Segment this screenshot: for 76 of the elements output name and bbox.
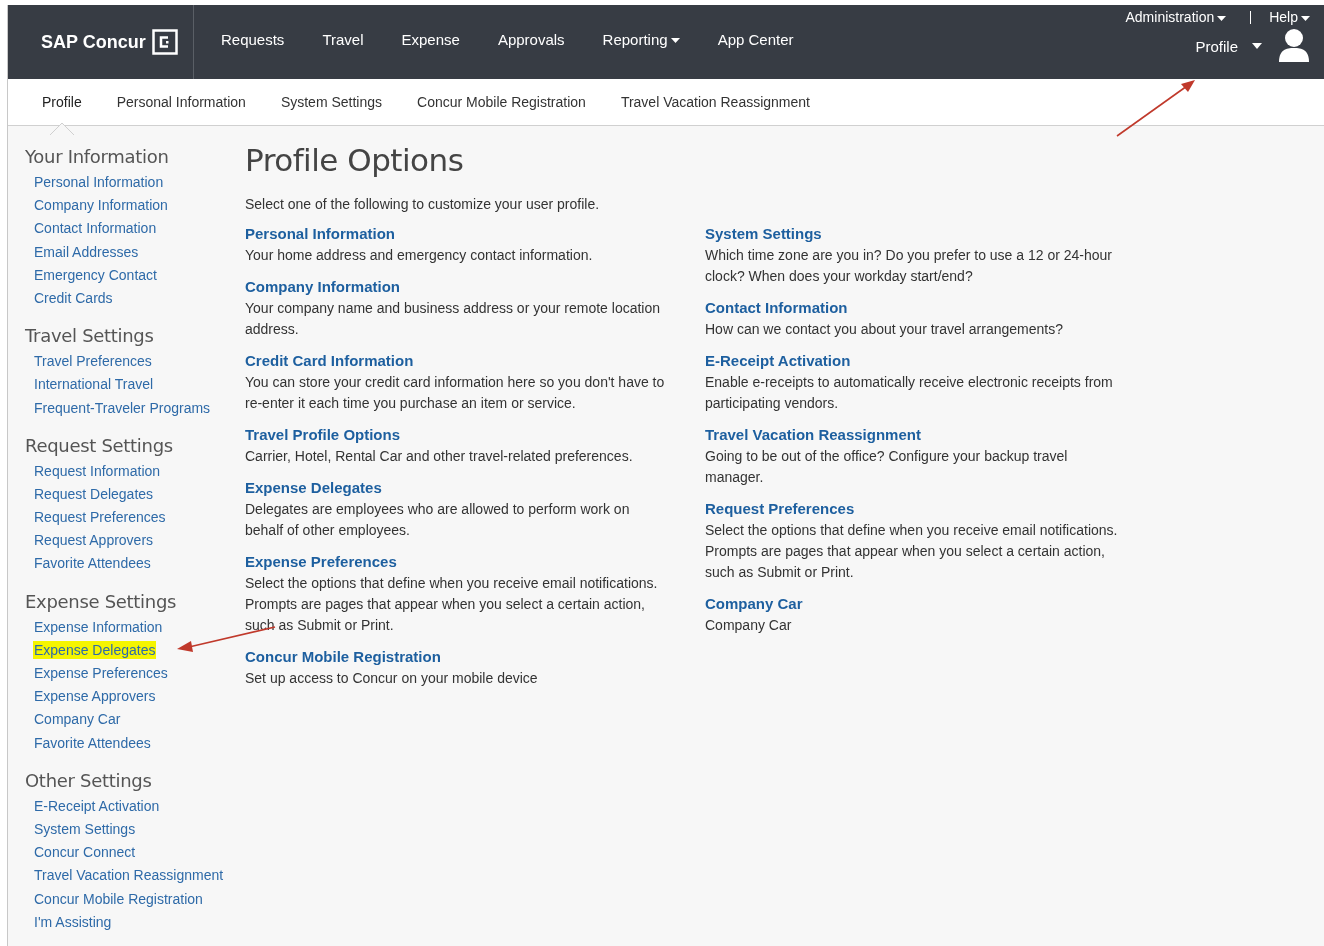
- logo-c-icon: [151, 29, 178, 55]
- option-description: Select the options that define when you receive email notifications. Prompts are pages that appear when you select a certain action, such as Submit or Print.: [705, 521, 1119, 582]
- sidebar-link[interactable]: International Travel: [25, 376, 154, 393]
- option-link[interactable]: Request Preferences: [705, 500, 855, 517]
- sidebar-link[interactable]: Request Information: [25, 462, 161, 479]
- sidebar-link[interactable]: Expense Delegates: [33, 640, 157, 659]
- sidebar-link[interactable]: Emergency Contact: [25, 266, 157, 283]
- sidebar-link[interactable]: Expense Approvers: [25, 688, 156, 705]
- nav-link[interactable]: Travel: [303, 31, 383, 48]
- sidebar-link[interactable]: Company Information: [25, 197, 168, 214]
- sidebar-link[interactable]: Expense Preferences: [25, 665, 168, 681]
- utility-link[interactable]: Help: [1269, 9, 1310, 25]
- sidebar-link[interactable]: Request Approvers: [25, 532, 154, 549]
- option-description: Which time zone are you in? Do you prefer to use a 12 or 24-hour clock? When does your workday start/end?: [705, 246, 1113, 286]
- sidebar-link[interactable]: Request Delegates: [25, 485, 154, 502]
- option-description: Your home address and emergency contact information.: [245, 246, 594, 265]
- sidebar-link[interactable]: Expense Information: [25, 618, 163, 635]
- section-heading: Expense Settings: [25, 590, 178, 612]
- option-description: Company Car: [705, 616, 793, 635]
- sidebar-link[interactable]: Concur Mobile Registration: [25, 890, 203, 907]
- sidebar-link[interactable]: Contact Information: [25, 220, 157, 237]
- option-description: Delegates are employees who are allowed to perform work on behalf of other employees.: [245, 500, 631, 540]
- option-link[interactable]: Personal Information: [245, 225, 396, 242]
- option-link[interactable]: E-Receipt Activation: [705, 352, 851, 369]
- subnav-tab[interactable]: Travel Vacation Reassignment: [620, 86, 810, 118]
- sidebar-link[interactable]: Company Car: [25, 711, 121, 728]
- option-link[interactable]: Company Information: [245, 278, 400, 295]
- option-link[interactable]: Contact Information: [705, 299, 848, 316]
- page-title: Profile Options: [245, 142, 465, 178]
- utility-link[interactable]: Administration: [1125, 9, 1227, 25]
- logo[interactable]: SAP Concur: [41, 31, 146, 53]
- nav-link[interactable]: Reporting: [583, 31, 699, 48]
- sidebar-link[interactable]: I'm Assisting: [25, 913, 112, 930]
- option-link[interactable]: Expense Delegates: [245, 479, 382, 496]
- option-link[interactable]: Travel Profile Options: [245, 426, 401, 443]
- option-description: How can we contact you about your travel arrangements?: [705, 320, 1064, 339]
- sidebar-link[interactable]: Frequent-Traveler Programs: [25, 399, 211, 416]
- sidebar-link[interactable]: Email Addresses: [25, 243, 139, 260]
- subnav-tab[interactable]: Profile: [42, 86, 82, 118]
- subnav-tab[interactable]: System Settings: [280, 86, 383, 118]
- option-description: Carrier, Hotel, Rental Car and other travel-related preferences.: [245, 447, 634, 466]
- sidebar-link[interactable]: E-Receipt Activation: [25, 797, 160, 814]
- option-link[interactable]: Concur Mobile Registration: [245, 648, 441, 665]
- section-heading: Your Information: [25, 146, 170, 167]
- sidebar-link[interactable]: Concur Connect: [25, 844, 136, 861]
- section-heading: Other Settings: [25, 769, 153, 791]
- sidebar-link[interactable]: Personal Information: [25, 174, 164, 190]
- option-link[interactable]: Company Car: [705, 595, 803, 612]
- user-avatar-icon[interactable]: [1278, 28, 1310, 64]
- option-link[interactable]: System Settings: [705, 225, 822, 242]
- option-description: Going to be out of the office? Configure your backup travel manager.: [705, 447, 1069, 487]
- nav-link[interactable]: Approvals: [478, 31, 584, 48]
- option-description: Your company name and business address or your remote location address.: [245, 299, 662, 339]
- section-heading: Request Settings: [25, 434, 174, 456]
- option-link[interactable]: Travel Vacation Reassignment: [705, 426, 921, 443]
- sidebar-link[interactable]: Travel Preferences: [25, 353, 152, 370]
- option-link[interactable]: Expense Preferences: [245, 553, 397, 570]
- option-description: Enable e-receipts to automatically receive electronic receipts from participating vendors.: [705, 373, 1114, 413]
- sidebar-link[interactable]: Favorite Attendees: [25, 555, 151, 572]
- sidebar-link[interactable]: Request Preferences: [25, 509, 166, 526]
- profile-menu[interactable]: Profile: [1195, 37, 1262, 55]
- section-heading: Travel Settings: [25, 325, 155, 347]
- subnav-tab[interactable]: Concur Mobile Registration: [417, 86, 586, 118]
- intro-text: Select one of the following to customize your user profile.: [245, 196, 601, 212]
- sidebar-link[interactable]: Travel Vacation Reassignment: [25, 867, 224, 884]
- caret-icon: [1252, 43, 1262, 49]
- sidebar-link[interactable]: Favorite Attendees: [25, 734, 151, 751]
- option-description: Set up access to Concur on your mobile device: [245, 669, 539, 688]
- nav-link[interactable]: Requests: [202, 31, 304, 48]
- nav-link[interactable]: App Center: [698, 31, 813, 48]
- nav-link[interactable]: Expense: [382, 31, 479, 48]
- subnav-tab[interactable]: Personal Information: [116, 86, 246, 118]
- option-link[interactable]: Credit Card Information: [245, 352, 414, 369]
- option-description: You can store your credit card information here so you don't have to re-enter it each time you purchase an item or service.: [245, 373, 666, 413]
- sidebar-link[interactable]: System Settings: [25, 820, 136, 837]
- sidebar-link[interactable]: Credit Cards: [25, 289, 113, 306]
